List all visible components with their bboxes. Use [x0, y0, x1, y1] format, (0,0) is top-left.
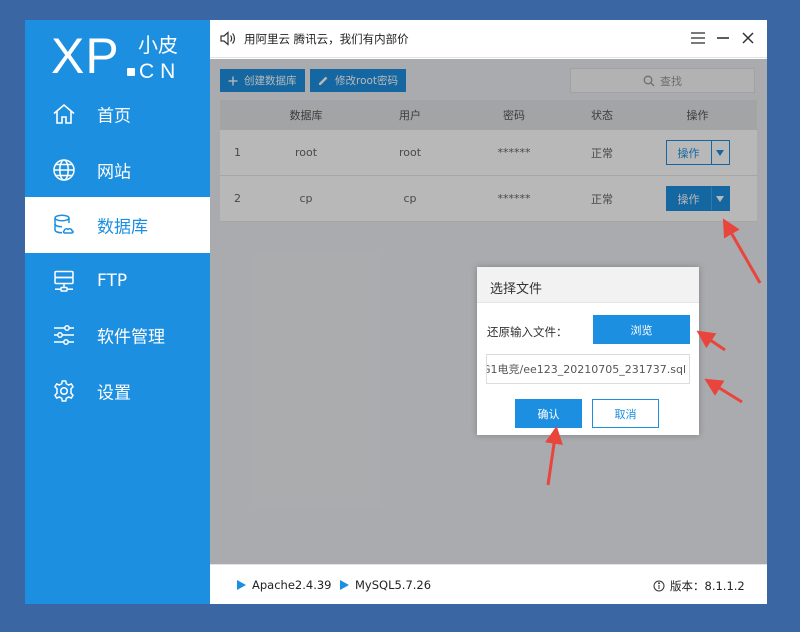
minimize-icon[interactable]	[713, 28, 733, 48]
sidebar-item-label: 网站	[97, 162, 131, 183]
sidebar-item-label: 数据库	[97, 217, 148, 238]
speaker-icon	[219, 30, 236, 51]
logo-cn-top: 小皮	[138, 33, 178, 57]
title-bar: 用阿里云 腾讯云，我们有内部价	[210, 20, 767, 58]
sidebar-item-ftp[interactable]: FTP	[25, 253, 210, 309]
sidebar: XP 小皮 CN 首页 网站 数据库 FTP 软件管理 设置	[25, 20, 210, 604]
status-bar: Apache2.4.39 MySQL5.7.26 版本：8.1.1.2	[210, 564, 767, 604]
dialog-header: 选择文件	[477, 267, 699, 303]
logo-dot	[127, 68, 135, 76]
cancel-button[interactable]: 取消	[592, 399, 659, 428]
mysql-label: MySQL5.7.26	[355, 578, 432, 592]
ftp-server-icon	[52, 269, 76, 293]
globe-icon	[52, 158, 76, 182]
play-icon	[340, 580, 349, 590]
confirm-button[interactable]: 确认	[515, 399, 582, 428]
sidebar-item-database[interactable]: 数据库	[25, 197, 210, 253]
browse-button[interactable]: 浏览	[593, 315, 690, 344]
sidebar-item-settings[interactable]: 设置	[25, 363, 210, 419]
info-icon	[653, 580, 665, 592]
sidebar-item-label: 首页	[97, 106, 131, 127]
logo-cn-bottom: CN	[139, 60, 182, 83]
menu-icon[interactable]	[688, 28, 708, 48]
version-info: 版本：8.1.1.2	[653, 578, 745, 594]
restore-file-label: 还原输入文件：	[487, 325, 568, 339]
select-file-dialog: 选择文件 还原输入文件： 浏览 NG1电竞/ee123_20210705_231…	[477, 267, 699, 435]
play-icon	[237, 580, 246, 590]
promo-notice[interactable]: 用阿里云 腾讯云，我们有内部价	[244, 31, 409, 47]
sidebar-item-label: 软件管理	[97, 327, 165, 348]
close-icon[interactable]	[738, 28, 758, 48]
home-icon	[52, 102, 76, 126]
sidebar-item-home[interactable]: 首页	[25, 86, 210, 142]
apache-status[interactable]: Apache2.4.39	[237, 578, 331, 592]
version-label: 版本：8.1.1.2	[670, 579, 745, 593]
apache-label: Apache2.4.39	[252, 578, 332, 592]
file-path-value: NG1电竞/ee123_20210705_231737.sql	[486, 363, 686, 376]
file-path-input[interactable]: NG1电竞/ee123_20210705_231737.sql	[486, 354, 690, 384]
sidebar-item-label: FTP	[97, 271, 128, 291]
logo-brand: XP	[51, 28, 120, 84]
sidebar-item-label: 设置	[97, 383, 131, 404]
gear-icon	[52, 379, 76, 403]
sidebar-item-software[interactable]: 软件管理	[25, 307, 210, 363]
logo: XP 小皮 CN	[51, 26, 201, 86]
sliders-icon	[52, 323, 76, 347]
database-icon	[52, 213, 76, 237]
dialog-title: 选择文件	[490, 282, 543, 297]
sidebar-item-website[interactable]: 网站	[25, 142, 210, 198]
mysql-status[interactable]: MySQL5.7.26	[340, 578, 431, 592]
